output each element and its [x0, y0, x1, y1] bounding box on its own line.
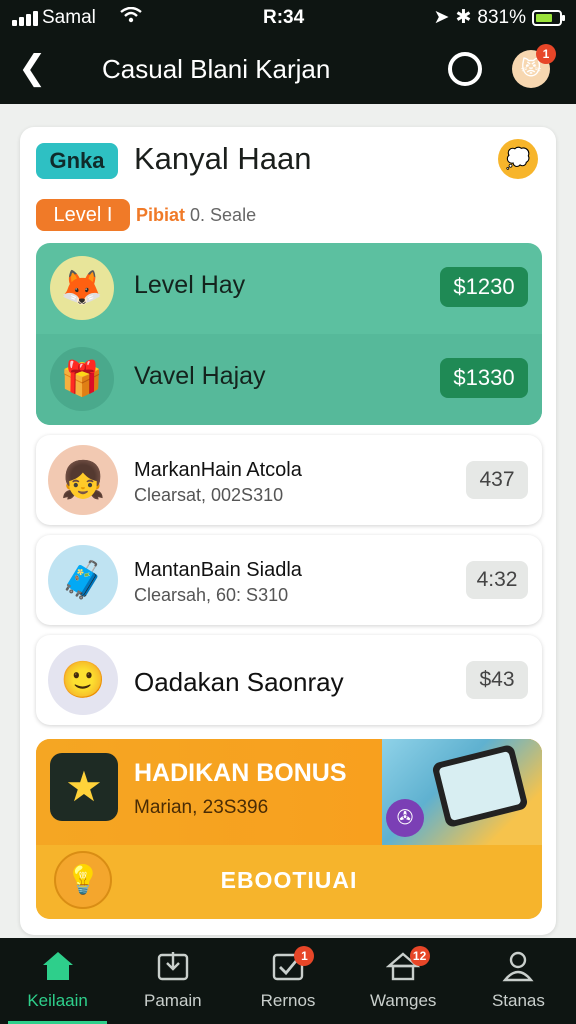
main-card: Gnka Kanyal Haan 💭 Level I Pibiat 0. Sea… — [20, 127, 556, 935]
bonus-illustration: ✇ — [382, 739, 542, 845]
download-box-icon — [156, 950, 190, 986]
featured-group: 🦊 Level Hay $1230 🎁 Vavel Hajay $1330 — [36, 243, 542, 425]
list-item-value: 437 — [466, 461, 528, 499]
list-item-title: Oadakan Saonray — [134, 667, 344, 697]
nav-label: Pamain — [143, 991, 202, 1010]
circle-button[interactable] — [448, 52, 482, 86]
star-icon: ★ — [50, 753, 118, 821]
nav-label: Keilaain — [27, 991, 88, 1010]
list-item-title: MarkanHain Atcola — [134, 459, 302, 481]
nav-item-pamain[interactable]: Pamain — [115, 938, 230, 1024]
nav-label: Wamges — [369, 991, 437, 1010]
category-tag: Gnka — [36, 143, 118, 179]
wheel-icon: ✇ — [386, 799, 424, 837]
list-item-subtitle: Clearsat, 002S310 — [134, 485, 284, 505]
back-icon[interactable]: ❮ — [18, 48, 47, 88]
battery-percent: 831% — [477, 6, 526, 28]
signal-icon — [12, 10, 38, 26]
nav-item-stanas[interactable]: Stanas — [461, 938, 576, 1024]
chat-bubble-icon[interactable]: 💭 — [498, 139, 538, 179]
featured-item[interactable]: 🦊 Level Hay $1230 — [36, 243, 542, 334]
list-item-value: 4:32 — [466, 561, 528, 599]
machine-icon: 🧳 — [48, 545, 118, 615]
chest-icon: 🎁 — [50, 347, 114, 411]
clock: R:34 — [263, 7, 305, 28]
nav-item-home[interactable]: Keilaain — [0, 938, 115, 1024]
wifi-icon — [120, 6, 142, 29]
bonus-cta-row[interactable]: EBOOTIUAI 💡 — [36, 845, 542, 919]
bottom-nav: Keilaain Pamain 1 Rernos 12 Wamges Stana… — [0, 938, 576, 1024]
bonus-top: ★ HADIKAN BONUS Marian, 23S396 ✇ — [36, 739, 542, 845]
price-button[interactable]: $1230 — [440, 267, 528, 307]
nav-item-rernos[interactable]: 1 Rernos — [230, 938, 345, 1024]
list-item-value: $43 — [466, 661, 528, 699]
card-title: Kanyal Haan — [134, 141, 312, 176]
featured-label: Vavel Hajay — [134, 362, 266, 390]
nav-badge: 12 — [409, 946, 430, 966]
person-icon — [501, 950, 535, 986]
page-title: Casual Blani Karjan — [102, 54, 331, 84]
girl-avatar-icon: 👧 — [48, 445, 118, 515]
app-bar: ❮ Casual Blani Karjan 😾 1 — [0, 34, 576, 104]
sketch-face-icon: 🙂 — [48, 645, 118, 715]
battery-icon — [532, 9, 565, 26]
bluetooth-icon: ✱ — [455, 7, 472, 28]
avatar-badge: 1 — [536, 44, 556, 64]
nav-label: Stanas — [491, 991, 545, 1010]
list-item[interactable]: 🙂 Oadakan Saonray $43 — [36, 635, 542, 725]
bonus-banner[interactable]: ★ HADIKAN BONUS Marian, 23S396 ✇ EBOOTIU… — [36, 739, 542, 919]
signal-group: Samal — [12, 6, 142, 29]
nav-label: Rernos — [260, 991, 316, 1010]
level-subtitle: Pibiat 0. Seale — [136, 205, 256, 226]
home-icon — [41, 950, 75, 986]
nav-badge: 1 — [294, 946, 315, 966]
level-sub-text: 0. Seale — [190, 205, 257, 225]
fox-icon: 🦊 — [50, 256, 114, 320]
list-item[interactable]: 🧳 MantanBain Siadla Clearsah, 60: S310 4… — [36, 535, 542, 625]
featured-label: Level Hay — [134, 271, 246, 299]
list-item-title: MantanBain Siadla — [134, 559, 302, 581]
level-pill: Level I — [36, 199, 130, 231]
lightbulb-icon: 💡 — [54, 851, 112, 909]
price-button[interactable]: $1330 — [440, 358, 528, 398]
location-arrow-icon: ➤ — [433, 7, 450, 28]
list-item-subtitle: Clearsah, 60: S310 — [134, 585, 289, 605]
status-right: ➤ ✱ 831% — [433, 6, 565, 29]
nav-item-wamges[interactable]: 12 Wamges — [346, 938, 461, 1024]
phone-icon — [431, 743, 529, 829]
status-bar: Samal R:34 ➤ ✱ 831% — [0, 0, 576, 34]
bonus-heading: HADIKAN BONUS — [134, 759, 347, 787]
carrier-label: Samal — [42, 7, 96, 28]
featured-item[interactable]: 🎁 Vavel Hajay $1330 — [36, 334, 542, 425]
bonus-subtitle: Marian, 23S396 — [134, 797, 269, 818]
list-item[interactable]: 👧 MarkanHain Atcola Clearsat, 002S310 43… — [36, 435, 542, 525]
level-highlight: Pibiat — [136, 205, 186, 225]
avatar[interactable]: 😾 1 — [512, 44, 556, 88]
